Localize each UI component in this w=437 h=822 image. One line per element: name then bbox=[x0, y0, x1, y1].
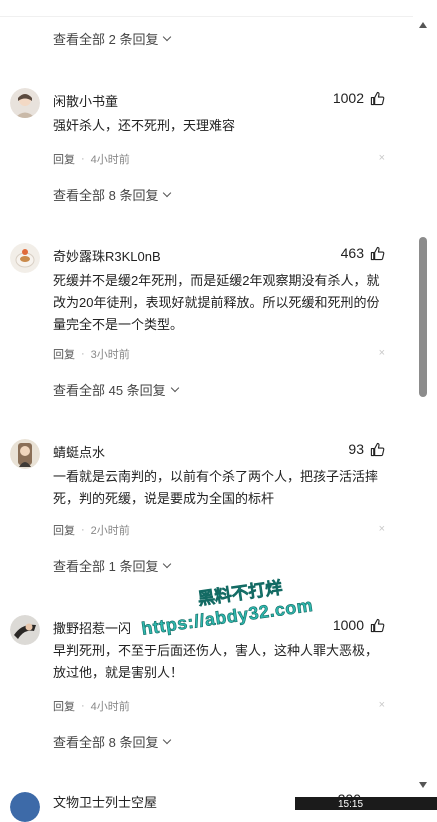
scroll-down-arrow-icon[interactable] bbox=[419, 782, 427, 788]
comment-meta: 回复 · 4小时前 bbox=[53, 698, 130, 714]
comment-meta: 回复 · 3小时前 bbox=[53, 346, 130, 362]
comment-time: 2小时前 bbox=[90, 525, 130, 537]
avatar[interactable] bbox=[10, 439, 40, 469]
comment-meta: 回复 · 2小时前 bbox=[53, 522, 130, 538]
comment-text: 一看就是云南判的，以前有个杀了两个人，把孩子活活摔死，判的死缓，说是要成为全国的… bbox=[53, 469, 379, 506]
avatar[interactable] bbox=[10, 88, 40, 118]
comment-username[interactable]: 奇妙露珠R3KL0nB bbox=[53, 246, 161, 265]
avatar-image bbox=[10, 243, 40, 273]
expand-replies-label: 查看全部 45 条回复 bbox=[53, 383, 166, 398]
expand-replies-link[interactable]: 查看全部 45 条回复 bbox=[53, 380, 179, 399]
comment-text: 死缓并不是缓2年死刑，而是延缓2年观察期没有杀人，就改为20年徒刑，表现好就提前… bbox=[53, 273, 380, 332]
expand-replies-link[interactable]: 查看全部 8 条回复 bbox=[53, 732, 172, 751]
avatar-image bbox=[10, 439, 40, 469]
taskbar bbox=[295, 797, 437, 810]
thumbs-up-icon bbox=[370, 246, 385, 260]
like-count: 1002 bbox=[332, 90, 364, 106]
expand-replies-link[interactable]: 查看全部 1 条回复 bbox=[53, 556, 172, 575]
like-button[interactable]: 1002 bbox=[333, 90, 385, 106]
avatar[interactable] bbox=[10, 615, 40, 645]
meta-separator: · bbox=[81, 153, 85, 165]
thumbs-up-icon bbox=[370, 618, 385, 632]
comment-username[interactable]: 文物卫士列士空屋 bbox=[53, 792, 157, 811]
meta-separator: · bbox=[81, 524, 85, 536]
expand-replies-link[interactable]: 查看全部 8 条回复 bbox=[53, 185, 172, 204]
reply-button[interactable]: 回复 bbox=[53, 698, 75, 714]
watermark-line1: 黑料不打烊 bbox=[196, 578, 284, 609]
watermark-line2: https://abdy32.com bbox=[140, 594, 315, 639]
comment-username[interactable]: 蜻蜓点水 bbox=[53, 442, 105, 461]
expand-replies-label: 查看全部 8 条回复 bbox=[53, 735, 159, 750]
meta-separator: · bbox=[81, 700, 85, 712]
comment-text: 强奸杀人，还不死刑，天理难容 bbox=[53, 118, 236, 133]
chevron-down-icon bbox=[163, 188, 172, 197]
avatar-image bbox=[10, 615, 40, 645]
comment-text: 早判死刑，不至于后面还伤人，害人，这种人罪大恶极，放过他，就是害别人！ bbox=[53, 643, 379, 680]
expand-replies-label: 查看全部 1 条回复 bbox=[53, 559, 159, 574]
scrollbar[interactable] bbox=[413, 0, 437, 800]
comment-time: 3小时前 bbox=[90, 349, 130, 361]
like-count: 93 bbox=[348, 441, 364, 457]
like-button[interactable]: 463 bbox=[341, 245, 385, 261]
thumbs-up-icon bbox=[370, 442, 385, 456]
chevron-down-icon bbox=[163, 735, 172, 744]
avatar-image bbox=[10, 88, 40, 118]
like-button[interactable]: 93 bbox=[348, 441, 385, 457]
avatar[interactable] bbox=[10, 243, 40, 273]
expand-replies-link[interactable]: 查看全部 2 条回复 bbox=[53, 29, 172, 48]
top-divider bbox=[0, 0, 413, 17]
comment-username[interactable]: 撒野招惹一闪 bbox=[53, 618, 131, 637]
comment-meta: 回复 · 4小时前 bbox=[53, 151, 130, 167]
close-icon[interactable]: × bbox=[379, 523, 385, 535]
meta-separator: · bbox=[81, 348, 85, 360]
expand-replies-label: 查看全部 8 条回复 bbox=[53, 188, 159, 203]
close-icon[interactable]: × bbox=[379, 347, 385, 359]
reply-button[interactable]: 回复 bbox=[53, 346, 75, 362]
like-count: 1000 bbox=[332, 617, 364, 633]
scroll-up-arrow-icon[interactable] bbox=[419, 22, 427, 28]
scrollbar-thumb[interactable] bbox=[419, 237, 427, 397]
chevron-down-icon bbox=[170, 383, 179, 392]
taskbar-clock: 15:15 bbox=[338, 799, 364, 810]
avatar[interactable] bbox=[10, 792, 40, 822]
reply-button[interactable]: 回复 bbox=[53, 151, 75, 167]
expand-replies-label: 查看全部 2 条回复 bbox=[53, 32, 159, 47]
chevron-down-icon bbox=[163, 559, 172, 568]
close-icon[interactable]: × bbox=[379, 699, 385, 711]
reply-button[interactable]: 回复 bbox=[53, 522, 75, 538]
like-count: 463 bbox=[340, 245, 364, 261]
comment-time: 4小时前 bbox=[90, 154, 130, 166]
chevron-down-icon bbox=[163, 32, 172, 41]
comment-time: 4小时前 bbox=[90, 701, 130, 713]
thumbs-up-icon bbox=[370, 91, 385, 105]
like-button[interactable]: 1000 bbox=[333, 617, 385, 633]
avatar-image bbox=[10, 792, 40, 822]
comment-username[interactable]: 闲散小书童 bbox=[53, 91, 118, 110]
close-icon[interactable]: × bbox=[379, 152, 385, 164]
